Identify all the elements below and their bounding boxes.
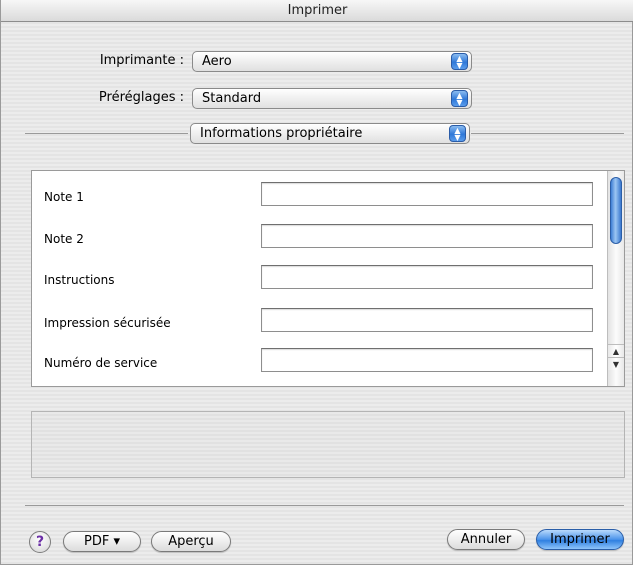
printer-label: Imprimante : (99, 53, 184, 68)
presets-value: Standard (202, 91, 262, 106)
pdf-button[interactable]: PDF ▾ (63, 531, 141, 552)
updown-arrows-icon: ▲ ▼ (449, 125, 466, 142)
scroll-up-arrow-icon[interactable]: ▲ (608, 344, 624, 357)
separator-left (25, 133, 188, 134)
updown-arrows-icon: ▲ ▼ (451, 90, 468, 107)
printer-select[interactable]: Aero ▲ ▼ (192, 51, 472, 72)
field-label-instructions: Instructions (44, 273, 115, 287)
service-number-input[interactable] (261, 348, 593, 372)
preview-button[interactable]: Aperçu (151, 531, 231, 552)
fields-panel: Note 1 Note 2 Instructions Impression sé… (31, 170, 625, 387)
separator-right (471, 133, 624, 134)
vertical-scrollbar[interactable]: ▲ ▼ (607, 171, 624, 386)
presets-label: Préréglages : (98, 90, 184, 105)
print-button[interactable]: Imprimer (536, 529, 624, 550)
window-title: Imprimer (1, 0, 633, 22)
print-dialog: Imprimer Imprimante : Aero ▲ ▼ Préréglage… (0, 0, 633, 565)
section-value: Informations propriétaire (200, 126, 363, 141)
printer-value: Aero (202, 54, 232, 69)
updown-arrows-icon: ▲ ▼ (451, 53, 468, 70)
field-label-note1: Note 1 (44, 190, 84, 204)
presets-select[interactable]: Standard ▲ ▼ (192, 88, 472, 109)
instructions-input[interactable] (261, 265, 593, 289)
note2-input[interactable] (261, 224, 593, 248)
help-icon[interactable]: ? (29, 531, 51, 553)
note1-input[interactable] (261, 182, 593, 206)
field-label-service-number: Numéro de service (44, 356, 158, 370)
section-select[interactable]: Informations propriétaire ▲ ▼ (190, 123, 470, 144)
cancel-button[interactable]: Annuler (447, 529, 525, 550)
summary-area (31, 411, 625, 478)
field-label-secure-print: Impression sécurisée (44, 316, 171, 330)
scroll-down-arrow-icon[interactable]: ▼ (608, 357, 624, 370)
secure-print-input[interactable] (261, 308, 593, 332)
bottom-separator (25, 505, 624, 506)
field-label-note2: Note 2 (44, 232, 84, 246)
scrollbar-thumb[interactable] (610, 177, 622, 244)
